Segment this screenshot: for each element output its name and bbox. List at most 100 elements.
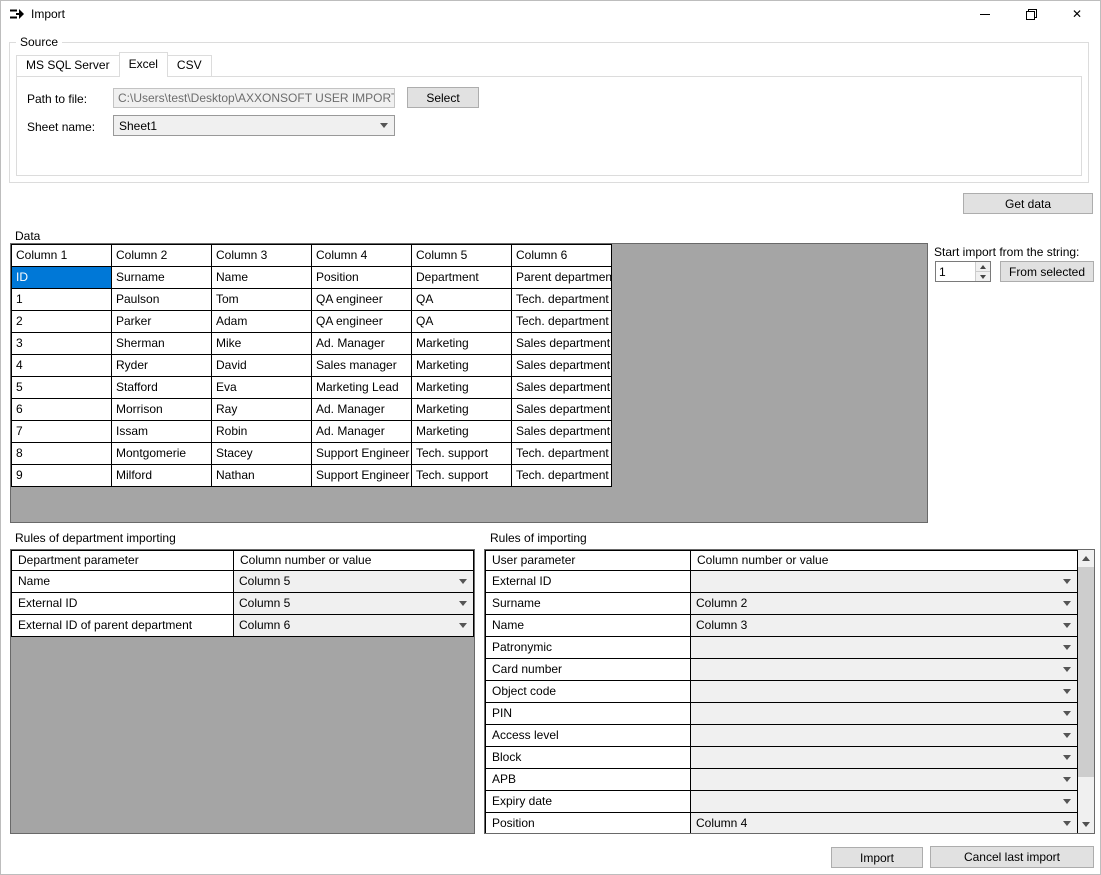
table-cell[interactable]: Sales manager (312, 355, 412, 377)
table-cell[interactable]: Name (212, 267, 312, 289)
table-cell[interactable]: Tom (212, 289, 312, 311)
table-cell[interactable]: Stacey (212, 443, 312, 465)
table-cell[interactable]: David (212, 355, 312, 377)
close-button[interactable]: ✕ (1054, 1, 1100, 27)
table-cell[interactable]: Ray (212, 399, 312, 421)
table-cell[interactable]: Ryder (112, 355, 212, 377)
table-cell[interactable]: Stafford (112, 377, 212, 399)
column-header[interactable]: Column 1 (12, 245, 112, 267)
start-row-input[interactable] (936, 262, 975, 281)
from-selected-button[interactable]: From selected (1000, 261, 1094, 282)
table-cell[interactable]: Issam (112, 421, 212, 443)
table-cell[interactable]: Montgomerie (112, 443, 212, 465)
table-cell[interactable]: Sherman (112, 333, 212, 355)
table-cell[interactable]: Paulson (112, 289, 212, 311)
table-cell[interactable]: 8 (12, 443, 112, 465)
scrollbar-thumb[interactable] (1077, 567, 1094, 777)
cancel-last-import-button[interactable]: Cancel last import (930, 846, 1094, 868)
table-cell[interactable]: Robin (212, 421, 312, 443)
column-header[interactable]: Column 6 (512, 245, 612, 267)
scrollbar-down-button[interactable] (1077, 816, 1094, 833)
table-cell[interactable]: Nathan (212, 465, 312, 487)
column-header[interactable]: Column 3 (212, 245, 312, 267)
rule-value-dropdown[interactable] (691, 681, 1078, 703)
rule-value-dropdown[interactable] (691, 703, 1078, 725)
table-cell[interactable]: Department (412, 267, 512, 289)
table-cell[interactable]: 7 (12, 421, 112, 443)
rule-value-dropdown[interactable] (691, 769, 1078, 791)
rule-value-dropdown[interactable] (691, 571, 1078, 593)
table-cell[interactable]: Marketing (412, 333, 512, 355)
column-header[interactable]: Column 2 (112, 245, 212, 267)
rule-value-dropdown[interactable] (691, 791, 1078, 813)
table-cell[interactable]: Marketing (412, 421, 512, 443)
table-cell[interactable]: Parent department (512, 267, 612, 289)
tab-csv[interactable]: CSV (167, 55, 212, 76)
table-cell[interactable]: Milford (112, 465, 212, 487)
tab-ms-sql-server[interactable]: MS SQL Server (16, 55, 120, 76)
table-cell[interactable]: Morrison (112, 399, 212, 421)
table-cell[interactable]: Surname (112, 267, 212, 289)
table-cell[interactable]: 6 (12, 399, 112, 421)
maximize-button[interactable] (1008, 1, 1054, 27)
table-cell[interactable]: Tech. support (412, 465, 512, 487)
table-cell[interactable]: 2 (12, 311, 112, 333)
table-cell[interactable]: 5 (12, 377, 112, 399)
table-cell[interactable]: QA engineer (312, 311, 412, 333)
table-cell[interactable]: Sales department (512, 333, 612, 355)
table-cell[interactable]: Tech. support (412, 443, 512, 465)
rule-value-dropdown[interactable]: Column 3 (691, 615, 1078, 637)
rule-value-dropdown[interactable]: Column 6 (234, 615, 474, 637)
table-cell[interactable]: Eva (212, 377, 312, 399)
column-header[interactable]: Column 4 (312, 245, 412, 267)
table-cell[interactable]: ID (12, 267, 112, 289)
rule-value-dropdown[interactable] (691, 747, 1078, 769)
rule-value-dropdown[interactable]: Column 2 (691, 593, 1078, 615)
tab-excel[interactable]: Excel (119, 52, 168, 77)
table-cell[interactable]: Position (312, 267, 412, 289)
table-cell[interactable]: QA engineer (312, 289, 412, 311)
import-button[interactable]: Import (831, 847, 923, 868)
table-cell[interactable]: Marketing (412, 355, 512, 377)
table-cell[interactable]: Mike (212, 333, 312, 355)
table-cell[interactable]: Sales department (512, 355, 612, 377)
table-cell[interactable]: Tech. department (512, 289, 612, 311)
table-cell[interactable]: Adam (212, 311, 312, 333)
table-cell[interactable]: Support Engineer (312, 465, 412, 487)
table-cell[interactable]: QA (412, 289, 512, 311)
table-cell[interactable]: Support Engineer (312, 443, 412, 465)
table-cell[interactable]: 3 (12, 333, 112, 355)
scrollbar-up-button[interactable] (1077, 550, 1094, 567)
table-cell[interactable]: Tech. department (512, 311, 612, 333)
rule-value-dropdown[interactable]: Column 5 (234, 593, 474, 615)
table-cell[interactable]: 1 (12, 289, 112, 311)
column-header[interactable]: Column 5 (412, 245, 512, 267)
rule-value-dropdown[interactable] (691, 659, 1078, 681)
table-cell[interactable]: Parker (112, 311, 212, 333)
table-cell[interactable]: 9 (12, 465, 112, 487)
table-cell[interactable]: Tech. department (512, 465, 612, 487)
table-cell[interactable]: Marketing (412, 399, 512, 421)
path-to-file-field[interactable]: C:\Users\test\Desktop\AXXONSOFT USER IMP… (113, 88, 395, 108)
table-cell[interactable]: Sales department (512, 399, 612, 421)
table-cell[interactable]: Sales department (512, 421, 612, 443)
table-cell[interactable]: 4 (12, 355, 112, 377)
table-cell[interactable]: Marketing (412, 377, 512, 399)
table-cell[interactable]: QA (412, 311, 512, 333)
table-cell[interactable]: Tech. department (512, 443, 612, 465)
select-file-button[interactable]: Select (407, 87, 479, 108)
spinner-up-button[interactable] (976, 262, 990, 271)
rule-value-dropdown[interactable] (691, 637, 1078, 659)
table-cell[interactable]: Marketing Lead (312, 377, 412, 399)
rule-value-dropdown[interactable] (691, 725, 1078, 747)
minimize-button[interactable] (962, 1, 1008, 27)
table-cell[interactable]: Ad. Manager (312, 399, 412, 421)
start-row-spinner[interactable] (935, 261, 991, 282)
table-cell[interactable]: Ad. Manager (312, 333, 412, 355)
spinner-down-button[interactable] (976, 271, 990, 281)
vertical-scrollbar[interactable] (1077, 550, 1094, 833)
rule-value-dropdown[interactable]: Column 4 (691, 813, 1078, 834)
table-cell[interactable]: Sales department (512, 377, 612, 399)
get-data-button[interactable]: Get data (963, 193, 1093, 214)
table-cell[interactable]: Ad. Manager (312, 421, 412, 443)
